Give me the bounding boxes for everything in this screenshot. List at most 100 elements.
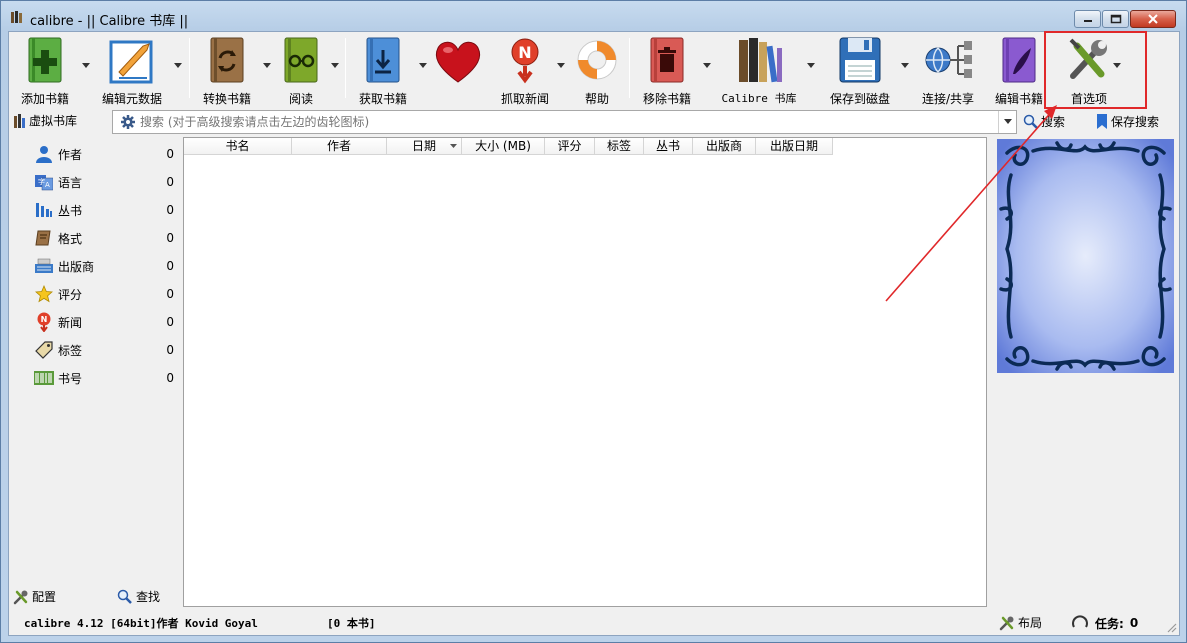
tag-browser-item-authors[interactable]: 作者 0 (10, 143, 180, 165)
book-list-header: 书名 作者 日期 大小 (MB) 评分 标签 丛书 出版商 出版日期 (184, 138, 833, 155)
virtual-library-button[interactable]: 虚拟书库 (14, 112, 77, 129)
search-icon (117, 589, 132, 604)
tag-label: 出版商 (58, 259, 95, 274)
jobs-indicator[interactable]: 任务: 0 (1071, 614, 1138, 632)
column-header-pubdate[interactable]: 出版日期 (756, 138, 833, 155)
tag-browser-item-news[interactable]: N 新闻 0 (10, 311, 180, 333)
column-header-publisher[interactable]: 出版商 (693, 138, 756, 155)
svg-text:字: 字 (38, 177, 45, 186)
main-toolbar: 添加书籍 编辑元数据 转换书籍 阅读 获取书籍 N 抓取新闻 帮助 移除书籍 C… (9, 32, 1179, 106)
save-search-button[interactable]: 保存搜索 (1097, 113, 1159, 130)
svg-text:A: A (45, 181, 50, 189)
save-to-disk-button[interactable]: 保存到磁盘 (825, 35, 895, 106)
edit-metadata-button[interactable]: 编辑元数据 (99, 35, 165, 106)
configure-label: 配置 (32, 590, 57, 604)
search-input[interactable] (140, 114, 990, 130)
save-to-disk-dropdown-arrow[interactable] (901, 63, 909, 69)
bookmark-icon (1097, 114, 1107, 129)
tag-browser-item-series[interactable]: 丛书 0 (10, 199, 180, 221)
edit-book-button[interactable]: 编辑书籍 (991, 35, 1047, 106)
convert-books-dropdown-arrow[interactable] (263, 63, 271, 69)
fetch-news-dropdown-arrow[interactable] (557, 63, 565, 69)
tag-browser-item-rating[interactable]: 评分 0 (10, 283, 180, 305)
tag-count: 0 (166, 231, 174, 245)
tag-count: 0 (166, 259, 174, 273)
jobs-spinner-icon (1072, 615, 1088, 628)
tag-count: 0 (166, 315, 174, 329)
window-title: calibre - || Calibre 书库 || (30, 14, 189, 29)
column-header-rating[interactable]: 评分 (545, 138, 595, 155)
virtual-library-icon (14, 113, 25, 128)
tag-count: 0 (166, 343, 174, 357)
tag-browser-item-identifiers[interactable]: 书号 0 (10, 367, 180, 389)
close-icon (1148, 14, 1158, 24)
advanced-search-gear-icon[interactable] (121, 115, 135, 129)
tools-icon (13, 590, 28, 604)
column-header-date[interactable]: 日期 (387, 138, 462, 155)
tag-label: 语言 (58, 175, 83, 190)
layout-label: 布局 (1018, 616, 1043, 630)
languages-icon: 字A (34, 172, 54, 192)
edit-book-icon (1002, 37, 1036, 83)
search-button[interactable]: 搜索 (1023, 113, 1065, 130)
add-books-dropdown-arrow[interactable] (82, 63, 90, 69)
default-cover-image[interactable] (997, 139, 1174, 373)
add-books-button[interactable]: 添加书籍 (13, 35, 77, 106)
authors-icon (34, 144, 54, 164)
tag-label: 书号 (58, 371, 83, 386)
preferences-highlight-box (1044, 31, 1147, 109)
tag-browser-item-publisher[interactable]: 出版商 0 (10, 255, 180, 277)
resize-grip-icon[interactable] (1165, 621, 1177, 633)
lifebuoy-help-icon (577, 40, 617, 80)
fetch-news-button[interactable]: N 抓取新闻 (493, 35, 557, 106)
maximize-icon (1110, 14, 1121, 24)
tag-label: 格式 (58, 231, 83, 246)
search-bar-row: 虚拟书库 搜索 (对于高级搜索请点击左边的齿轮图标) 搜索 保存搜索 (9, 109, 1179, 135)
toolbar-separator (189, 38, 190, 98)
edit-metadata-label: 编辑元数据 (101, 92, 162, 106)
virtual-library-label: 虚拟书库 (29, 114, 78, 128)
status-bar: calibre 4.12 [64bit]作者 Kovid Goyal [0 本书… (9, 609, 1179, 635)
save-search-label: 保存搜索 (1111, 115, 1160, 129)
column-header-series[interactable]: 丛书 (644, 138, 693, 155)
convert-books-button[interactable]: 转换书籍 (195, 35, 259, 106)
calibre-library-button[interactable]: Calibre 书库 (719, 35, 799, 105)
find-in-tag-browser-button[interactable]: 查找 (117, 588, 160, 605)
view-book-dropdown-arrow[interactable] (331, 63, 339, 69)
connect-share-button[interactable]: 连接/共享 (915, 35, 981, 106)
search-history-dropdown[interactable] (998, 111, 1016, 133)
edit-metadata-dropdown-arrow[interactable] (174, 63, 182, 69)
tag-count: 0 (166, 203, 174, 217)
maximize-button[interactable] (1102, 10, 1129, 28)
column-header-size[interactable]: 大小 (MB) (462, 138, 545, 155)
tag-browser-item-tags[interactable]: 标签 0 (10, 339, 180, 361)
calibre-main-window: calibre - || Calibre 书库 || 添加书籍 编辑元数据 转换… (0, 0, 1187, 643)
help-button[interactable]: 帮助 (569, 35, 625, 106)
minimize-icon (1083, 20, 1092, 22)
tag-browser: 作者 0 字A 语言 0 丛书 0 格式 0 出版商 0 评分 0 N 新闻 0… (10, 137, 180, 607)
donate-button[interactable] (429, 35, 487, 105)
chevron-down-icon (1003, 119, 1012, 124)
edit-book-label: 编辑书籍 (994, 92, 1043, 106)
close-button[interactable] (1130, 10, 1176, 28)
get-books-button[interactable]: 获取书籍 (351, 35, 415, 106)
calibre-library-dropdown-arrow[interactable] (807, 63, 815, 69)
tag-browser-item-languages[interactable]: 字A 语言 0 (10, 171, 180, 193)
remove-books-button[interactable]: 移除书籍 (635, 35, 699, 106)
heart-icon (435, 41, 481, 83)
tag-browser-item-formats[interactable]: 格式 0 (10, 227, 180, 249)
column-header-title[interactable]: 书名 (184, 138, 292, 155)
layout-button[interactable]: 布局 (999, 614, 1042, 631)
add-books-label: 添加书籍 (20, 92, 69, 106)
remove-books-dropdown-arrow[interactable] (703, 63, 711, 69)
minimize-button[interactable] (1074, 10, 1101, 28)
column-header-tags[interactable]: 标签 (595, 138, 644, 155)
remove-books-label: 移除书籍 (642, 92, 691, 106)
book-list-table[interactable]: 书名 作者 日期 大小 (MB) 评分 标签 丛书 出版商 出版日期 (183, 137, 987, 607)
configure-tag-browser-button[interactable]: 配置 (13, 588, 56, 605)
sort-descending-icon (450, 144, 457, 148)
version-text: calibre 4.12 [64bit]作者 Kovid Goyal (24, 617, 258, 630)
view-book-button[interactable]: 阅读 (273, 35, 329, 106)
get-books-dropdown-arrow[interactable] (419, 63, 427, 69)
column-header-authors[interactable]: 作者 (292, 138, 387, 155)
